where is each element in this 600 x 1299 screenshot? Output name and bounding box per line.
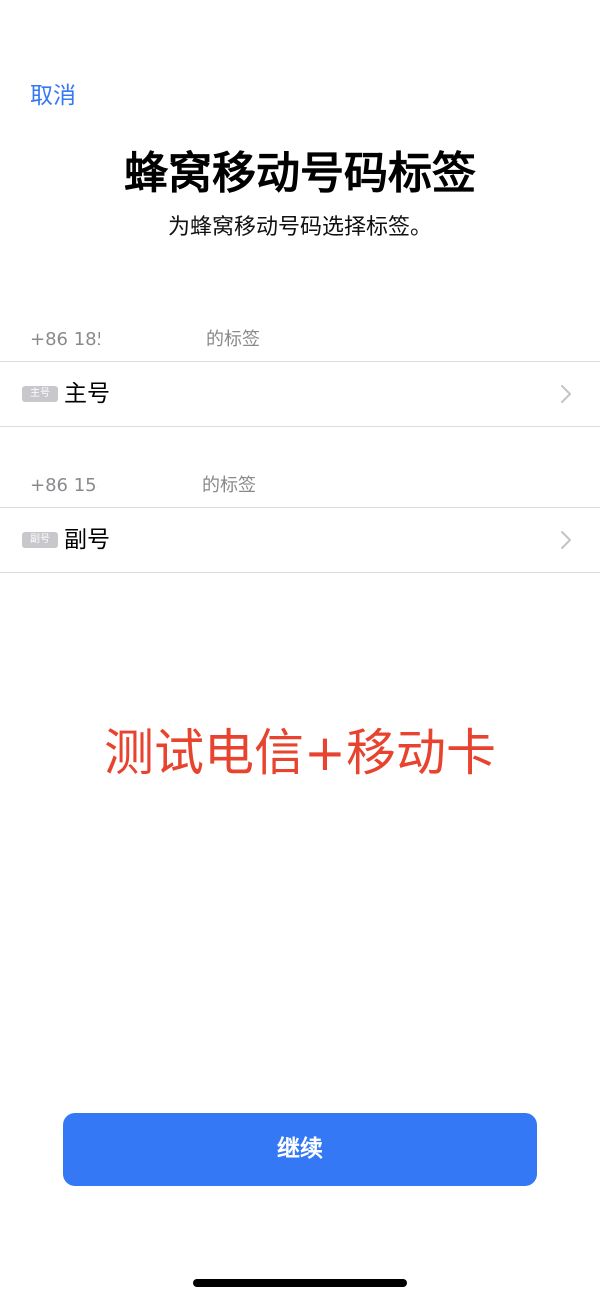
- chevron-right-icon: [561, 385, 571, 403]
- chevron-right-icon: [561, 531, 571, 549]
- line-1-badge: 主号: [22, 386, 58, 402]
- line-1-number: +86 185: [30, 329, 100, 350]
- line-1-label: 主号: [64, 381, 110, 407]
- line-1-label-row[interactable]: 主号 主号: [0, 361, 600, 427]
- line-1-header-suffix: 的标签: [206, 329, 260, 350]
- line-2-header-suffix: 的标签: [202, 475, 256, 496]
- line-2-badge: 副号: [22, 532, 58, 548]
- test-annotation: 测试电信+移动卡: [104, 724, 496, 782]
- line-2-number: +86 158: [30, 475, 98, 496]
- continue-button[interactable]: 继续: [63, 1113, 537, 1186]
- cancel-button[interactable]: 取消: [30, 80, 76, 112]
- page-title: 蜂窝移动号码标签: [124, 148, 476, 199]
- line-2-label: 副号: [64, 527, 110, 553]
- line-2-header: +86 158 的标签: [30, 473, 590, 499]
- line-2-label-row[interactable]: 副号 副号: [0, 507, 600, 573]
- page-subtitle: 为蜂窝移动号码选择标签。: [167, 215, 432, 240]
- home-indicator[interactable]: [193, 1279, 407, 1287]
- line-1-header: +86 185 的标签: [30, 327, 590, 353]
